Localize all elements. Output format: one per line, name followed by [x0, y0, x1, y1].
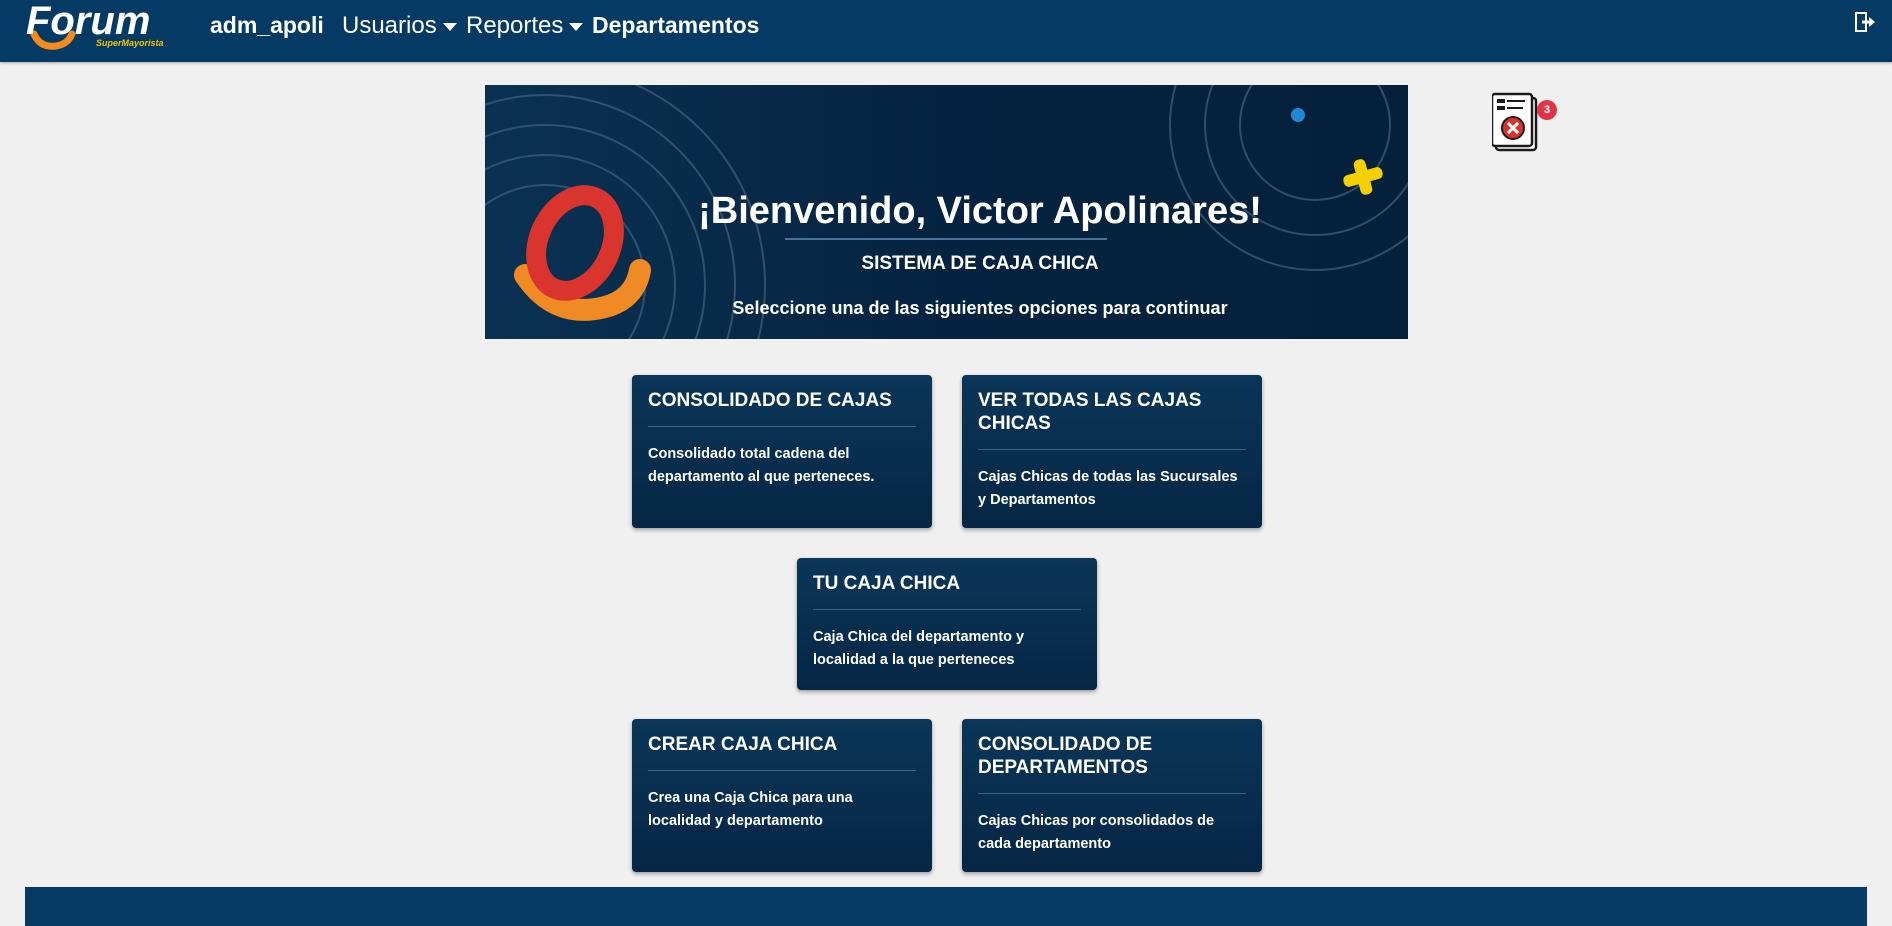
card-crear-caja-chica[interactable]: CREAR CAJA CHICA Crea una Caja Chica par… — [632, 719, 932, 872]
username-label: adm_apoli — [210, 12, 324, 38]
card-consolidado-departamentos[interactable]: CONSOLIDADO DE DEPARTAMENTOS Cajas Chica… — [962, 719, 1262, 872]
card-description: Caja Chica del departamento y localidad … — [813, 629, 1025, 668]
chevron-down-icon — [569, 23, 584, 31]
card-consolidado-cajas[interactable]: CONSOLIDADO DE CAJAS Consolidado total c… — [632, 375, 932, 528]
chevron-down-icon — [442, 23, 457, 31]
menu-usuarios[interactable]: Usuarios — [342, 12, 457, 40]
footer-bar — [25, 887, 1867, 926]
welcome-banner: ¡Bienvenido, Victor Apolinares! SISTEMA … — [485, 85, 1408, 339]
system-subtitle: SISTEMA DE CAJA CHICA — [861, 253, 1099, 274]
card-description: Consolidado total cadena del departament… — [648, 446, 875, 485]
notification-count-badge: 3 — [1537, 100, 1557, 120]
welcome-title: ¡Bienvenido, Victor Apolinares! — [698, 190, 1262, 232]
banner-instruction: Seleccione una de las siguientes opcione… — [732, 298, 1228, 318]
card-title: CONSOLIDADO DE CAJAS — [648, 389, 916, 427]
menu-departamentos[interactable]: Departamentos — [592, 12, 759, 39]
svg-text:Forum: Forum — [26, 0, 150, 43]
menu-usuarios-label: Usuarios — [342, 12, 437, 39]
menu-reportes[interactable]: Reportes — [466, 12, 584, 40]
menu-reportes-label: Reportes — [466, 12, 564, 39]
top-navbar: Forum SuperMayorista adm_apoli Usuarios … — [0, 0, 1892, 62]
card-description: Crea una Caja Chica para una localidad y… — [648, 790, 853, 829]
card-tu-caja-chica[interactable]: TU CAJA CHICA Caja Chica del departament… — [797, 558, 1097, 690]
card-title: CONSOLIDADO DE DEPARTAMENTOS — [978, 733, 1246, 794]
card-title: TU CAJA CHICA — [813, 572, 1081, 610]
card-description: Cajas Chicas por consolidados de cada de… — [978, 813, 1215, 852]
card-ver-todas-cajas[interactable]: VER TODAS LAS CAJAS CHICAS Cajas Chicas … — [962, 375, 1262, 528]
logo-subtext: SuperMayorista — [96, 38, 164, 48]
card-description: Cajas Chicas de todas las Sucursales y D… — [978, 469, 1238, 508]
logout-icon[interactable] — [1853, 10, 1877, 34]
card-title: VER TODAS LAS CAJAS CHICAS — [978, 389, 1246, 450]
card-title: CREAR CAJA CHICA — [648, 733, 916, 771]
banner-divider — [785, 238, 1107, 240]
forum-logo[interactable]: Forum SuperMayorista — [24, 0, 176, 56]
